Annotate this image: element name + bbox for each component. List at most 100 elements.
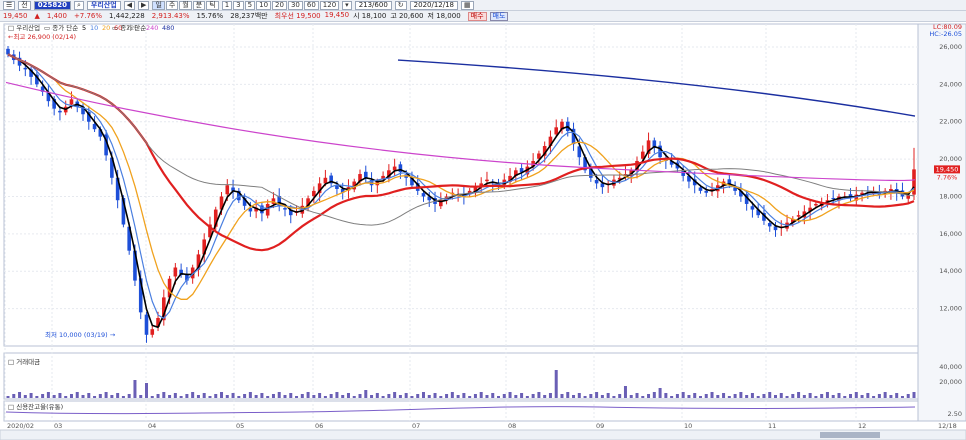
stock-name[interactable]: 우리산업 xyxy=(86,0,121,10)
volume-bar xyxy=(6,396,10,398)
volume-bar xyxy=(618,394,622,398)
volume-bar xyxy=(675,394,679,398)
volume-bar xyxy=(554,370,558,398)
volume-bar xyxy=(231,393,235,398)
low-note: 최저 10,000 (03/19) → xyxy=(45,330,116,339)
minute-button-30[interactable]: 30 xyxy=(287,0,303,10)
minute-button-10[interactable]: 10 xyxy=(256,0,272,10)
volume-bar xyxy=(716,395,720,398)
candle-body xyxy=(363,171,368,178)
period-button-1[interactable]: 주 xyxy=(165,0,179,10)
legend-long-label: ▭ 종가 단순 xyxy=(112,23,146,32)
buy-button[interactable]: 매수 xyxy=(467,11,487,21)
minute-button-1[interactable]: 1 xyxy=(221,0,233,10)
volume-bar xyxy=(589,394,593,398)
volume-bar xyxy=(168,395,172,398)
volume-bar xyxy=(456,395,460,398)
minute-button-5[interactable]: 5 xyxy=(244,0,256,10)
volume-bar xyxy=(664,393,668,398)
volume-bar xyxy=(254,395,258,398)
volume-bar xyxy=(872,396,876,398)
volume-bar xyxy=(658,388,662,398)
volume-bar xyxy=(243,394,247,398)
volume-bar xyxy=(12,394,16,398)
x-tick-label: 09 xyxy=(596,422,604,430)
volume-bar xyxy=(295,396,299,398)
volume-bar xyxy=(433,393,437,398)
volume-bar xyxy=(820,394,824,398)
volume-bar xyxy=(779,393,783,398)
price-tick-label: 12,000 xyxy=(939,305,962,313)
candle-body xyxy=(796,215,801,217)
minute-button-3[interactable]: 3 xyxy=(233,0,244,10)
volume-bar xyxy=(450,392,454,398)
volume-bar xyxy=(225,395,229,398)
volume-bar xyxy=(370,395,374,398)
x-tick-label: 04 xyxy=(148,422,156,430)
candle-body xyxy=(312,190,316,197)
period-button-2[interactable]: 월 xyxy=(179,0,192,10)
minute-button-20[interactable]: 20 xyxy=(272,0,287,10)
volume: 1,442,228 xyxy=(109,12,145,20)
candle-body xyxy=(6,48,10,55)
volume-bar xyxy=(473,394,477,398)
minute-button-60[interactable]: 60 xyxy=(303,0,319,10)
volume-bar xyxy=(335,392,339,398)
scrollbar-thumb xyxy=(820,432,880,438)
volume-bar xyxy=(116,393,120,398)
minute-button-120[interactable]: 120 xyxy=(319,0,340,10)
volume-bar xyxy=(583,396,587,398)
candle-body xyxy=(69,99,74,105)
volume-bar xyxy=(906,394,910,398)
quote-item: 저 18,000 xyxy=(427,12,461,20)
trade-amount: 28,237백만 xyxy=(230,12,268,20)
period-button-4[interactable]: 틱 xyxy=(206,0,219,10)
refresh-icon[interactable]: ↻ xyxy=(394,0,407,10)
volume-bar xyxy=(831,395,835,398)
volume-bar xyxy=(785,396,789,398)
sell-button[interactable]: 매도 xyxy=(489,11,509,21)
credit-panel xyxy=(3,400,919,422)
volume-bar xyxy=(531,394,535,398)
turnover-ratio: 15.76% xyxy=(196,12,224,20)
price-tick-label: 20,000 xyxy=(939,155,962,163)
volume-bar xyxy=(173,393,177,398)
volume-bar xyxy=(346,393,350,398)
volume-bar xyxy=(156,394,160,398)
price-tick-label: 26,000 xyxy=(939,43,962,51)
volume-bar xyxy=(329,394,333,398)
volume-bar xyxy=(208,396,212,398)
period-button-3[interactable]: 분 xyxy=(192,0,206,10)
date-input[interactable]: 2020/12/18 xyxy=(409,0,459,10)
volume-bar xyxy=(144,383,148,398)
x-tick-label: 03 xyxy=(54,422,62,430)
x-tick-label: 05 xyxy=(236,422,244,430)
volume-bar xyxy=(289,393,293,398)
volume-bar xyxy=(75,392,79,398)
stock-chart[interactable]: 26,000 24,000 22,000 20,000 18,000 16,000 14,0… xyxy=(0,22,966,440)
volume-bar xyxy=(572,395,576,398)
volume-bar xyxy=(595,392,599,398)
volume-bar xyxy=(687,395,691,398)
volume-bar xyxy=(698,396,702,398)
market-dropdown[interactable]: 전 xyxy=(18,0,31,10)
volume-bar xyxy=(445,394,449,398)
dropdown-icon[interactable]: ▾ xyxy=(342,0,352,10)
calendar-icon[interactable]: ▦ xyxy=(461,0,474,10)
next-icon[interactable]: ▶ xyxy=(138,0,150,10)
volume-tick: 20,000 xyxy=(939,378,962,386)
period-count[interactable]: 213/600 xyxy=(354,0,392,10)
volume-bar xyxy=(600,395,604,398)
x-tick-label: 08 xyxy=(508,422,516,430)
stock-code-input[interactable]: 025820 xyxy=(33,0,71,10)
prev-icon[interactable]: ◀ xyxy=(123,0,136,10)
volume-bar xyxy=(814,396,818,398)
volume-bar xyxy=(704,394,708,398)
menu-icon[interactable]: ☰ xyxy=(3,0,16,10)
search-icon[interactable]: ⌕ xyxy=(73,0,84,10)
period-button-0[interactable]: 일 xyxy=(152,0,165,10)
up-arrow-icon: ▲ xyxy=(34,12,40,20)
volume-bar xyxy=(364,390,368,398)
volume-bar xyxy=(220,392,224,398)
volume-bar xyxy=(260,393,264,398)
